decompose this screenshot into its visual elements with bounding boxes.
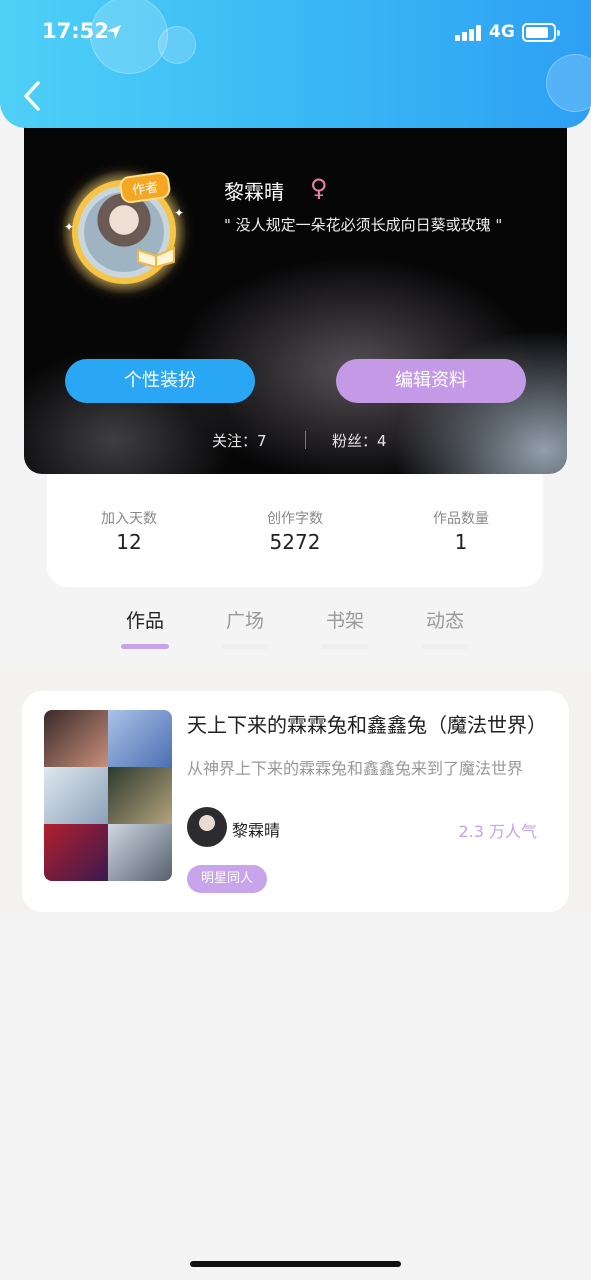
work-title[interactable]: 天上下来的霖霖兔和鑫鑫兔（魔法世界） — [187, 709, 547, 738]
location-arrow-icon — [107, 25, 121, 39]
work-description: 从神界上下来的霖霖兔和鑫鑫兔来到了魔法世界 — [187, 759, 524, 778]
tab-bar: 作品 广场 书架 动态 — [0, 600, 591, 656]
tab-indicator — [321, 644, 369, 649]
home-indicator — [190, 1261, 401, 1267]
tab-works[interactable]: 作品 — [110, 606, 180, 649]
back-arrow-icon[interactable] — [18, 78, 48, 114]
tab-square[interactable]: 广场 — [210, 606, 280, 649]
profile-name: 黎霖晴 — [224, 180, 284, 204]
stat-word-count: 创作字数 5272 — [225, 508, 365, 554]
tab-indicator — [421, 644, 469, 649]
edit-profile-button[interactable]: 编辑资料 — [336, 359, 526, 403]
following-count[interactable]: 关注：7 — [212, 430, 267, 451]
divider — [305, 431, 306, 449]
tab-label: 动态 — [425, 610, 464, 632]
sparkle-icon: ✦ — [174, 206, 185, 220]
sparkle-icon: ✦ — [64, 220, 75, 234]
network-type: 4G — [489, 22, 515, 42]
battery-icon — [522, 23, 560, 42]
decor-bubble — [158, 26, 196, 64]
work-author-name: 黎霖晴 — [232, 821, 281, 840]
stat-label: 作品数量 — [433, 511, 489, 527]
work-cover-image[interactable] — [44, 710, 172, 881]
tab-indicator — [121, 644, 169, 649]
status-time: 17:52 — [42, 19, 109, 43]
tab-label: 书架 — [325, 610, 364, 632]
tab-bookshelf[interactable]: 书架 — [310, 606, 380, 649]
follow-stats: 关注：7 粉丝：4 — [24, 428, 567, 452]
profile-card: 作者 ✦ ✦ 黎霖晴 ♀ " 没人规定一朵花必须长成向日葵或玫瑰 " 个性装扮 … — [24, 110, 567, 474]
tab-indicator — [221, 644, 269, 649]
female-icon: ♀ — [310, 174, 328, 202]
author-avatar — [187, 807, 227, 847]
stat-work-count: 作品数量 1 — [391, 508, 531, 554]
stats-card: 加入天数 12 创作字数 5272 作品数量 1 — [47, 455, 543, 587]
tab-activity[interactable]: 动态 — [410, 606, 480, 649]
stat-label: 加入天数 — [101, 511, 157, 527]
work-popularity: 2.3 万人气 — [458, 822, 537, 841]
stat-join-days: 加入天数 12 — [59, 508, 199, 554]
profile-motto: " 没人规定一朵花必须长成向日葵或玫瑰 " — [224, 216, 503, 234]
stat-value: 12 — [116, 530, 142, 554]
tab-label: 作品 — [125, 610, 164, 632]
stat-value: 1 — [454, 530, 468, 554]
stat-label: 创作字数 — [267, 511, 323, 527]
signal-icon — [455, 25, 483, 41]
work-tag[interactable]: 明星同人 — [187, 865, 268, 893]
stat-value: 5272 — [269, 530, 321, 554]
header-bar: 17:52 4G — [0, 0, 591, 128]
book-icon — [137, 246, 175, 268]
outfit-button[interactable]: 个性装扮 — [65, 359, 255, 403]
decor-bubble — [546, 54, 591, 112]
fans-count[interactable]: 粉丝：4 — [332, 430, 387, 451]
tab-label: 广场 — [225, 610, 264, 632]
work-card[interactable]: 天上下来的霖霖兔和鑫鑫兔（魔法世界） 从神界上下来的霖霖兔和鑫鑫兔来到了魔法世界… — [22, 691, 569, 912]
